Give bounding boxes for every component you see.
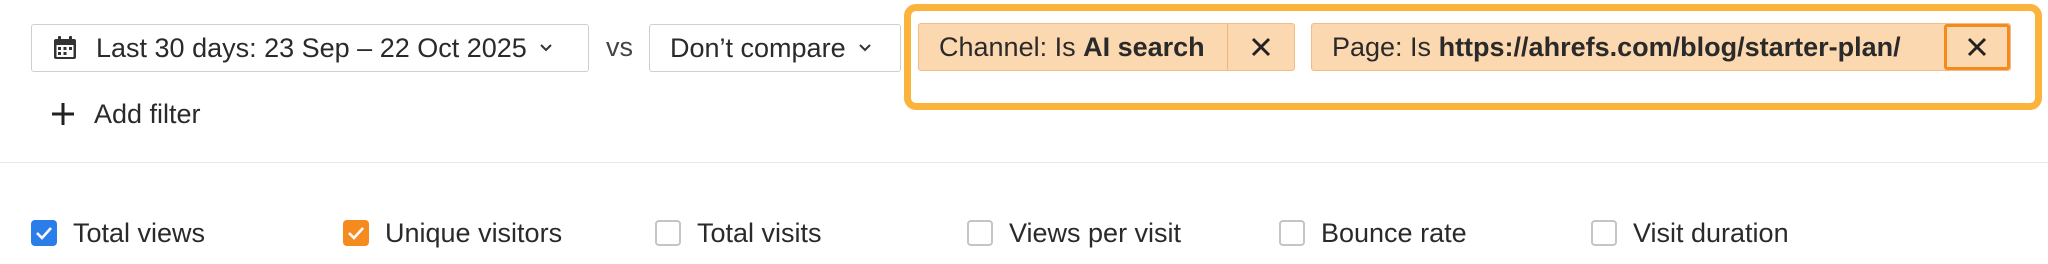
metric-checkbox-visit-duration[interactable]: Visit duration (1591, 218, 1789, 248)
checkbox-checked-icon (343, 220, 369, 246)
filter-chip-label: Channel: Is AI search (939, 31, 1205, 62)
metric-label: Bounce rate (1321, 217, 1467, 248)
checkbox-unchecked-icon (1279, 220, 1305, 246)
compare-label: Don’t compare (670, 32, 846, 63)
close-icon (1967, 37, 1987, 57)
compare-button[interactable]: Don’t compare (649, 24, 901, 72)
filter-chip-page: Page: Is https://ahrefs.com/blog/starter… (1311, 23, 2011, 71)
checkbox-unchecked-icon (967, 220, 993, 246)
metric-checkbox-total-views[interactable]: Total views (31, 218, 205, 248)
metric-checkbox-bounce-rate[interactable]: Bounce rate (1279, 218, 1467, 248)
remove-filter-button[interactable] (1944, 24, 2010, 70)
filter-chip-channel: Channel: Is AI search (918, 23, 1295, 71)
calendar-icon (52, 35, 78, 61)
chevron-down-icon (858, 43, 872, 53)
metric-label: Total visits (697, 217, 822, 248)
metric-label: Total views (73, 217, 206, 248)
vs-label: vs (606, 32, 633, 62)
checkbox-unchecked-icon (1591, 220, 1617, 246)
checkbox-unchecked-icon (655, 220, 681, 246)
plus-icon (50, 101, 76, 127)
date-range-button[interactable]: Last 30 days: 23 Sep – 22 Oct 2025 (31, 24, 589, 72)
date-range-label: Last 30 days: 23 Sep – 22 Oct 2025 (96, 32, 527, 63)
metric-label: Unique visitors (385, 217, 563, 248)
checkbox-checked-icon (31, 220, 57, 246)
add-filter-label: Add filter (94, 98, 201, 129)
close-icon (1251, 37, 1271, 57)
chevron-down-icon (539, 43, 553, 53)
divider (0, 162, 2048, 163)
filter-chip-label: Page: Is https://ahrefs.com/blog/starter… (1332, 31, 1901, 62)
metric-checkbox-total-visits[interactable]: Total visits (655, 218, 822, 248)
metric-label: Views per visit (1009, 217, 1182, 248)
metric-checkbox-views-per-visit[interactable]: Views per visit (967, 218, 1181, 248)
metric-checkbox-unique-visitors[interactable]: Unique visitors (343, 218, 562, 248)
add-filter-button[interactable]: Add filter (50, 96, 201, 132)
remove-filter-button[interactable] (1227, 24, 1294, 70)
metric-label: Visit duration (1633, 217, 1789, 248)
